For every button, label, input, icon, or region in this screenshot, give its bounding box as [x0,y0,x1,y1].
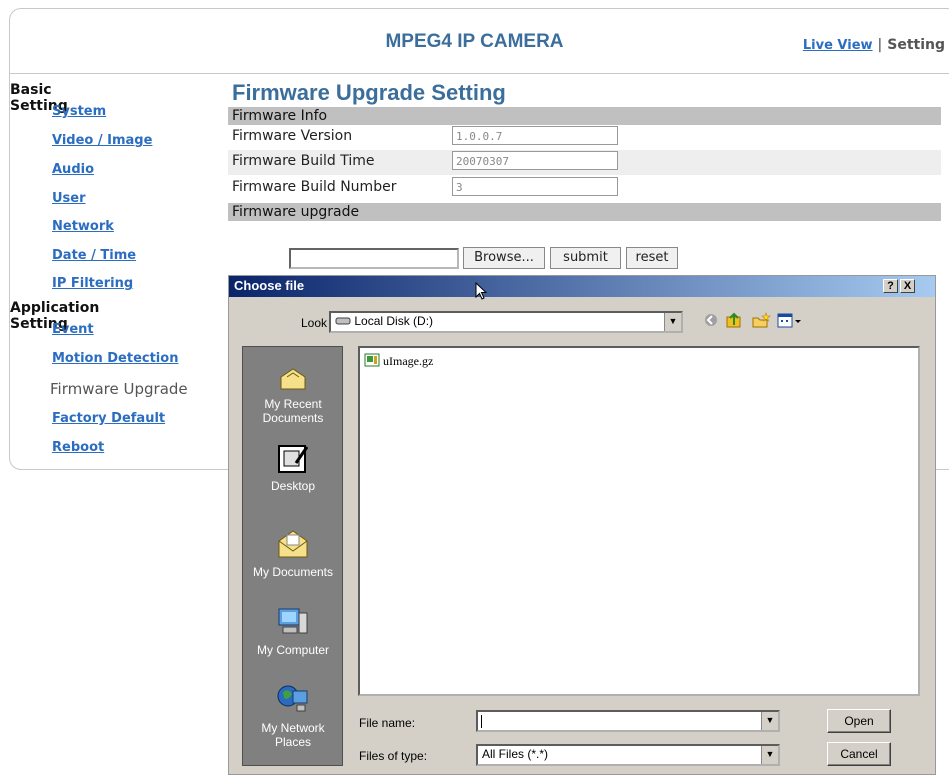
firmware-upgrade-bar: Firmware upgrade [228,203,941,221]
chevron-down-icon[interactable]: ▼ [761,712,778,730]
file-name-label: File name: [359,716,416,730]
chevron-down-icon[interactable]: ▼ [664,313,681,331]
place-label: My Documents [252,565,334,579]
sidebar-item-network[interactable]: Network [52,219,114,234]
firmware-info-bar: Firmware Info [228,107,941,125]
sidebar-item-event[interactable]: Event [52,322,94,337]
look-in-value: Local Disk (D:) [354,314,434,328]
my-documents-icon [278,530,308,558]
place-my-documents[interactable]: My Documents [243,527,343,579]
browse-button[interactable]: Browse... [463,247,545,269]
firmware-version-field: 1.0.0.7 [452,126,618,145]
place-label: My Network Places [261,721,325,749]
firmware-file-input[interactable] [289,248,459,269]
place-label: My Recent Documents [262,397,324,425]
file-name-text: uImage.gz [383,354,434,368]
firmware-build-time-label: Firmware Build Time [232,153,375,169]
dialog-titlebar[interactable]: Choose file ? X [229,276,935,297]
sidebar-item-user[interactable]: User [52,191,86,206]
page-title: Firmware Upgrade Setting [232,80,506,105]
places-bar: My Recent Documents Desktop My Documents… [242,346,343,766]
choose-file-dialog: Choose file ? X Look in: Local Disk (D:)… [228,275,936,775]
reset-button[interactable]: reset [626,247,678,269]
new-folder-icon[interactable] [751,312,771,330]
sidebar-item-video-image[interactable]: Video / Image [52,133,152,148]
file-type-value: All Files (*.*) [482,747,549,761]
file-type-label: Files of type: [359,749,428,763]
sidebar-item-ip-filtering[interactable]: IP Filtering [52,276,133,291]
place-my-network-places[interactable]: My Network Places [243,683,343,749]
nav-separator: | [877,37,883,53]
top-nav: Live View | Setting [803,37,945,53]
firmware-build-number-label: Firmware Build Number [232,179,397,195]
place-desktop[interactable]: Desktop [243,443,343,493]
firmware-build-number-row: Firmware Build Number 3 [228,176,941,201]
open-button[interactable]: Open [827,709,891,733]
cancel-button[interactable]: Cancel [827,742,891,766]
file-type-select[interactable]: All Files (*.*) ▼ [476,744,780,766]
sidebar-item-motion-detection[interactable]: Motion Detection [52,351,178,366]
local-disk-icon [335,317,351,325]
sidebar-item-firmware-upgrade: Firmware Upgrade [50,380,188,398]
close-button[interactable]: X [900,279,915,293]
place-my-computer[interactable]: My Computer [243,605,343,657]
dialog-title: Choose file [234,278,305,293]
recent-documents-icon [280,368,306,390]
firmware-version-row: Firmware Version 1.0.0.7 [228,125,941,150]
setting-link[interactable]: Setting [887,37,945,53]
firmware-build-number-field: 3 [452,177,618,196]
sidebar-item-system[interactable]: System [52,104,106,119]
file-list[interactable]: uImage.gz [358,346,920,696]
view-menu-icon[interactable] [777,312,803,330]
firmware-build-time-field: 20070307 [452,151,618,170]
help-button[interactable]: ? [883,279,898,293]
live-view-link[interactable]: Live View [803,38,873,53]
desktop-icon [278,445,309,473]
archive-file-icon [364,353,380,367]
back-icon[interactable] [703,312,719,328]
chevron-down-icon[interactable]: ▼ [761,746,778,764]
header-divider [10,73,949,74]
network-places-icon [277,685,308,712]
look-in-select[interactable]: Local Disk (D:) ▼ [329,311,683,333]
firmware-build-time-row: Firmware Build Time 20070307 [228,150,941,175]
up-folder-icon[interactable] [725,312,743,330]
file-item-uimage[interactable]: uImage.gz [364,353,433,369]
sidebar-item-factory-default[interactable]: Factory Default [52,411,165,426]
file-name-input[interactable]: ▼ [476,710,780,732]
my-computer-icon [278,608,308,634]
submit-button[interactable]: submit [550,247,621,269]
mouse-cursor-icon [475,282,488,300]
text-caret [481,715,482,728]
sidebar-item-date-time[interactable]: Date / Time [52,248,136,263]
firmware-version-label: Firmware Version [232,128,353,144]
place-my-recent-documents[interactable]: My Recent Documents [243,365,343,425]
sidebar-item-audio[interactable]: Audio [52,162,94,177]
place-label: My Computer [256,643,330,657]
sidebar-item-reboot[interactable]: Reboot [52,440,104,455]
place-label: Desktop [270,479,316,493]
